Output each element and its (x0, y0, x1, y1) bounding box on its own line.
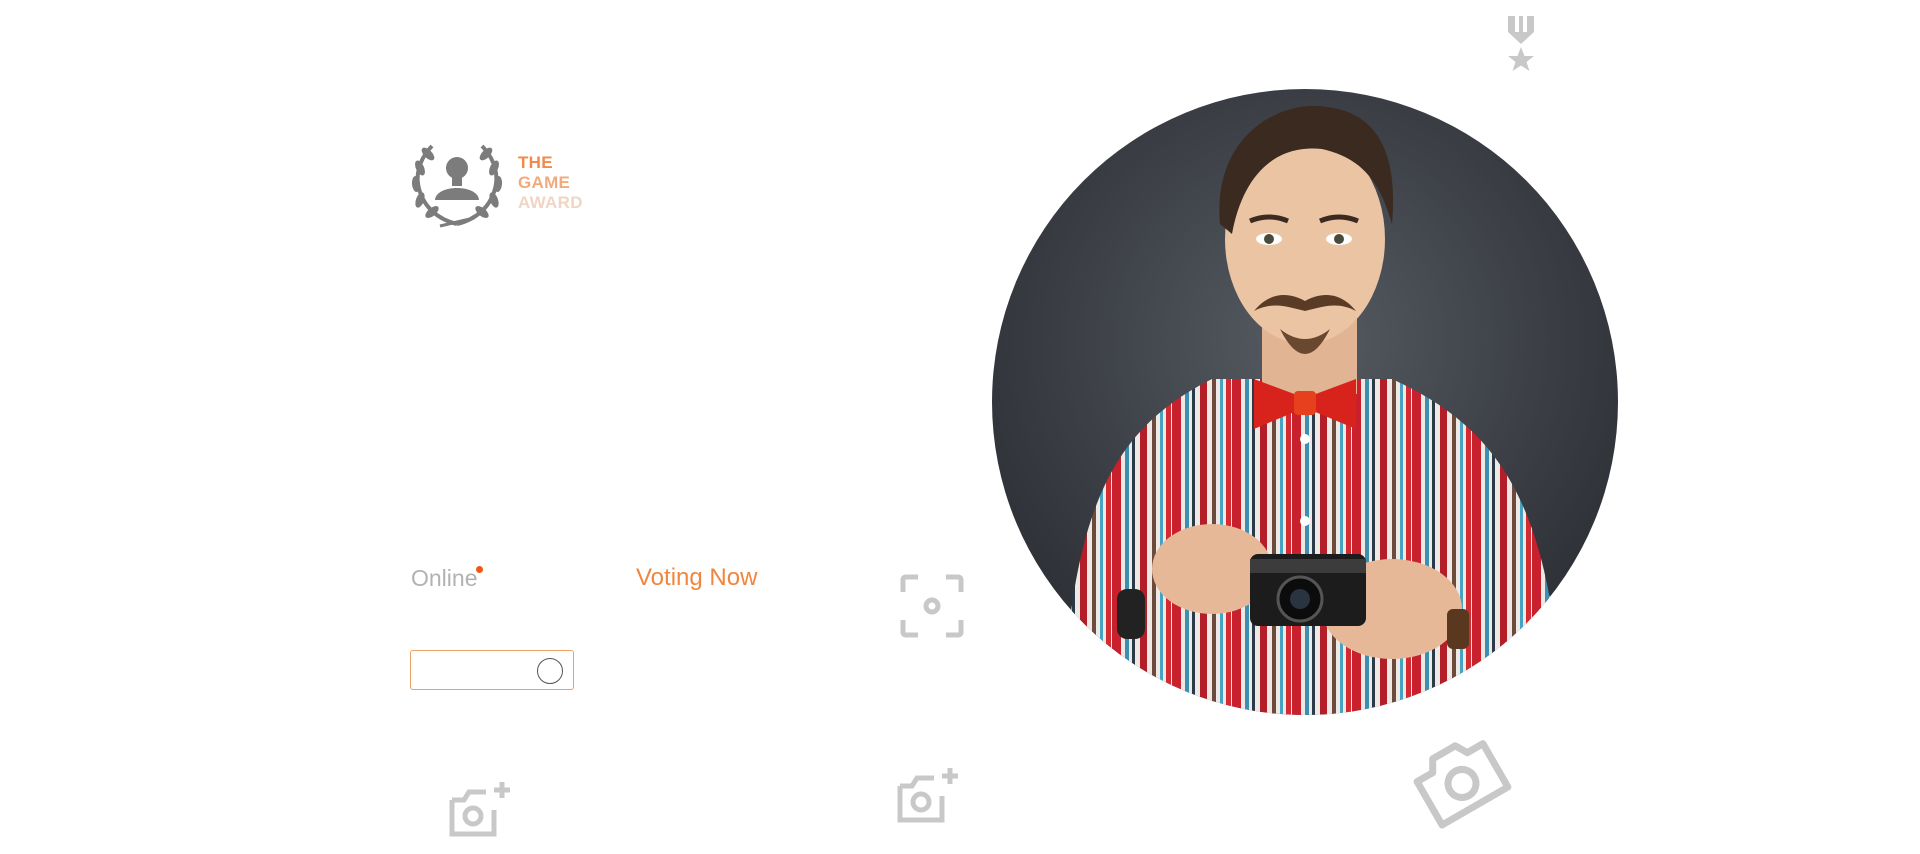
logo: THE GAME AWARD (410, 138, 590, 233)
camera-tilted-icon[interactable] (1408, 728, 1512, 832)
online-label: Online (411, 565, 478, 591)
logo-line-1: THE (518, 153, 553, 172)
voting-now-link[interactable]: Voting Now (636, 564, 757, 592)
camera-focus-icon[interactable] (900, 574, 964, 638)
online-status-dot (476, 566, 483, 573)
logo-line-2: GAME (518, 173, 571, 192)
toggle-switch[interactable] (410, 650, 574, 690)
medal-star-icon (1506, 14, 1536, 72)
logo-line-3: AWARD (518, 193, 583, 212)
logo-wordmark: THE GAME AWARD (518, 153, 583, 213)
portrait-photo (992, 89, 1618, 715)
add-photo-icon[interactable] (896, 766, 962, 826)
toggle-knob (537, 658, 563, 684)
add-photo-icon[interactable] (448, 780, 514, 840)
laurel-avatar-icon (411, 144, 503, 228)
